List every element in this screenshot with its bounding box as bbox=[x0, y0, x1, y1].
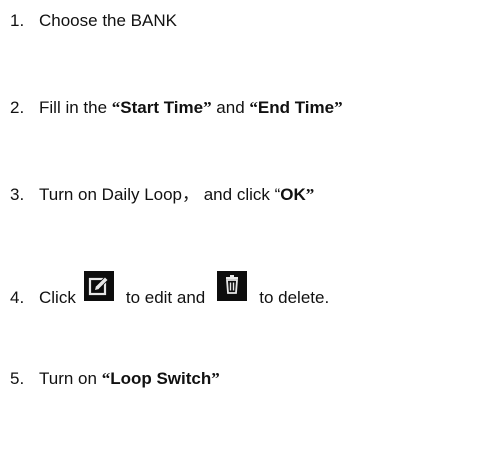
step-text: Turn on Daily Loop， and click “ bbox=[39, 185, 281, 204]
step-number: 5. bbox=[10, 369, 25, 388]
step-text-connector: to edit and bbox=[125, 288, 206, 307]
step-number: 3. bbox=[10, 185, 25, 204]
open-quote: “ bbox=[111, 98, 121, 117]
step-2: 2. Fill in the “ Start Time ” and “ End … bbox=[10, 96, 343, 120]
start-time-label: Start Time bbox=[120, 98, 204, 117]
end-time-label: End Time bbox=[257, 98, 335, 117]
step-text: Click bbox=[39, 288, 76, 307]
step-text: Choose the BANK bbox=[39, 11, 177, 30]
step-text: Fill in the bbox=[39, 98, 112, 117]
trash-icon bbox=[217, 271, 248, 301]
step-number: 1. bbox=[10, 11, 25, 30]
step-1: 1. Choose the BANK bbox=[10, 9, 177, 33]
step-3: 3. Turn on Daily Loop， and click “ OK ” bbox=[10, 183, 314, 207]
ok-label: OK bbox=[280, 185, 306, 204]
loop-switch-label: Loop Switch bbox=[110, 369, 212, 388]
close-quote: ” bbox=[203, 98, 212, 117]
step-text: Turn on bbox=[39, 369, 102, 388]
close-quote: ” bbox=[334, 98, 343, 117]
step-number: 4. bbox=[10, 288, 25, 307]
step-5: 5. Turn on “ Loop Switch ” bbox=[10, 367, 220, 391]
close-quote: ” bbox=[305, 185, 315, 204]
edit-icon bbox=[83, 271, 114, 301]
close-quote: ” bbox=[211, 369, 220, 388]
open-quote: “ bbox=[249, 98, 258, 117]
step-4: 4. Click to edit and to delete. bbox=[10, 271, 330, 313]
open-quote: “ bbox=[101, 369, 111, 388]
step-text-connector: and bbox=[211, 98, 250, 117]
step-text-end: to delete. bbox=[259, 288, 330, 307]
step-number: 2. bbox=[10, 98, 25, 117]
